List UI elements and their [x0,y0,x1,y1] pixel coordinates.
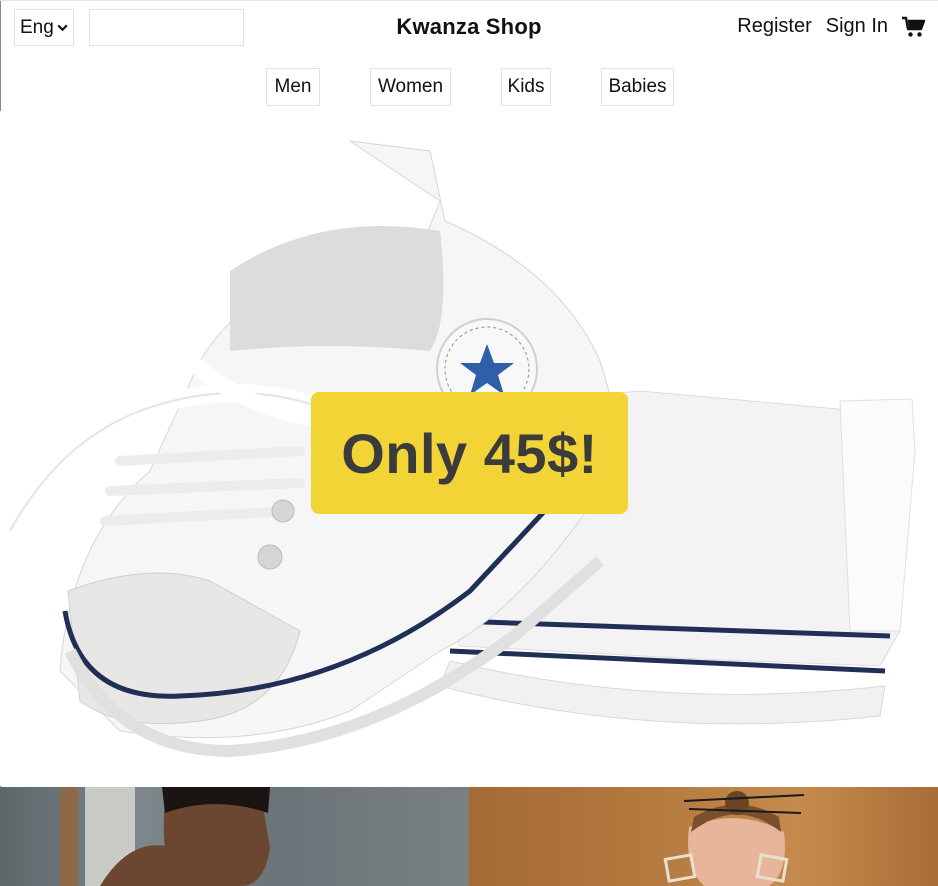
shopping-cart-icon[interactable] [902,16,926,38]
category-tile-women[interactable] [469,787,938,886]
site-header: Eng Kwanza Shop Register Sign In [0,1,938,57]
man-portrait-image [60,787,270,886]
brand-title[interactable]: Kwanza Shop [396,14,541,39]
woman-portrait-image [663,791,805,886]
nav-item-label: Women [377,76,444,97]
search-input[interactable] [89,9,244,46]
register-link[interactable]: Register [737,15,811,38]
nav-item-label: Kids [507,76,545,97]
sign-in-link[interactable]: Sign In [826,15,888,38]
nav-item-label: Men [274,76,312,97]
promo-text: Only 45$! [341,421,598,485]
nav-item-kids[interactable]: Kids [501,68,551,106]
language-value: Eng [20,16,54,38]
hero-banner[interactable]: Only 45$! [0,111,938,786]
chevron-down-icon [57,24,68,32]
nav-item-men[interactable]: Men [266,68,320,106]
nav-item-label: Babies [608,76,667,97]
category-nav: Men Women Kids Babies [0,68,938,106]
auth-links: Register Sign In [737,15,926,38]
category-tile-men[interactable] [0,787,469,886]
promo-badge[interactable]: Only 45$! [311,392,628,514]
language-select[interactable]: Eng [14,9,74,46]
nav-item-women[interactable]: Women [370,68,451,106]
nav-item-babies[interactable]: Babies [601,68,674,106]
